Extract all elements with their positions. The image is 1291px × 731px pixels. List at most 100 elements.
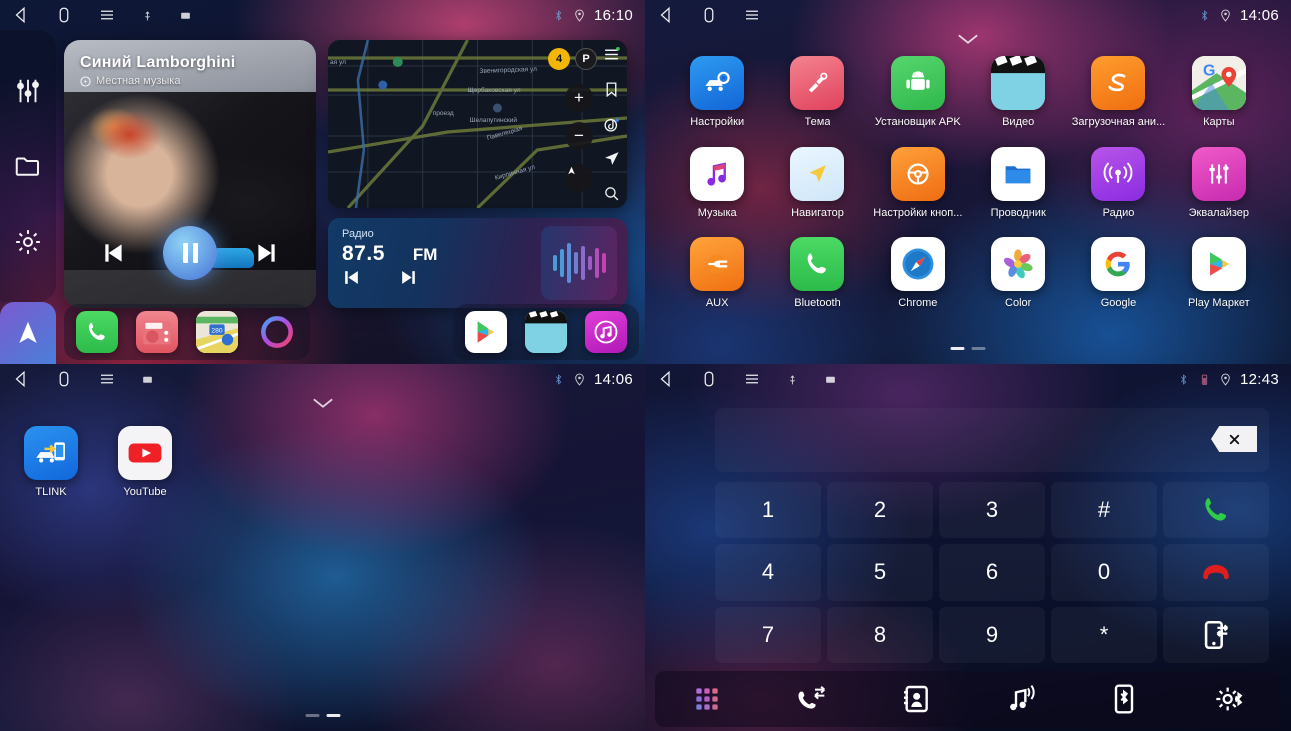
key-7[interactable]: 7 (715, 606, 821, 663)
hangup-button[interactable] (1163, 544, 1269, 601)
dock-play-store[interactable] (465, 311, 507, 353)
tab-keypad[interactable] (691, 683, 723, 715)
map-menu-icon[interactable] (603, 46, 620, 63)
key-star[interactable]: * (1051, 606, 1157, 663)
key-0[interactable]: 0 (1051, 544, 1157, 601)
tab-contacts[interactable] (900, 683, 932, 715)
tab-call-log[interactable] (795, 683, 827, 715)
home-icon[interactable] (700, 6, 718, 24)
key-5[interactable]: 5 (827, 544, 933, 601)
app-chrome[interactable]: Chrome (868, 233, 968, 324)
dock-phone[interactable] (76, 311, 118, 353)
app-muzyka[interactable]: Музыка (667, 143, 767, 234)
home-icon[interactable] (700, 370, 718, 388)
map-toolbar (599, 46, 623, 202)
bluetooth-icon (1198, 8, 1211, 23)
app-bluetooth[interactable]: Bluetooth (767, 233, 867, 324)
dock-maps[interactable]: 280 (196, 311, 238, 353)
menu-icon[interactable] (98, 370, 116, 388)
music-widget[interactable]: Синий Lamborghini Местная музыка (64, 40, 316, 308)
pause-icon[interactable] (163, 226, 217, 280)
sidebar-item-equalizer[interactable] (13, 76, 43, 106)
app-google[interactable]: Google (1068, 233, 1168, 324)
next-track-icon[interactable] (253, 240, 279, 266)
key-1[interactable]: 1 (715, 482, 821, 539)
parking-badge[interactable]: P (575, 48, 597, 70)
app-nastrojki[interactable]: Настройки (667, 52, 767, 143)
page-dot-1[interactable] (305, 714, 319, 717)
previous-track-icon[interactable] (101, 240, 127, 266)
chevron-down-icon[interactable] (957, 32, 979, 44)
home-icon[interactable] (55, 370, 73, 388)
map-discover-icon[interactable] (603, 116, 620, 133)
backspace-icon[interactable] (1211, 426, 1257, 452)
dock-radio[interactable] (136, 311, 178, 353)
sidebar-item-settings[interactable] (13, 227, 43, 257)
app-video[interactable]: Видео (968, 52, 1068, 143)
app-youtube[interactable]: YouTube (118, 422, 172, 498)
page-dot-2[interactable] (326, 714, 340, 717)
tab-music[interactable] (1004, 683, 1036, 715)
app-play-market[interactable]: Play Маркет (1169, 233, 1269, 324)
dial-number-display[interactable] (715, 408, 1269, 472)
tab-phone-link[interactable] (1108, 683, 1140, 715)
key-6[interactable]: 6 (939, 544, 1045, 601)
call-button[interactable] (1163, 482, 1269, 539)
app-boot-animation[interactable]: Загрузочная ани... (1068, 52, 1168, 143)
app-tlink[interactable]: TLINK (24, 422, 78, 498)
transfer-button[interactable] (1163, 606, 1269, 663)
menu-icon[interactable] (743, 6, 761, 24)
next-station-icon[interactable] (399, 268, 418, 287)
map-navigate-icon[interactable] (603, 150, 620, 167)
menu-icon[interactable] (743, 370, 761, 388)
dock-music[interactable] (585, 311, 627, 353)
map-search-icon[interactable] (603, 185, 620, 202)
app-navigator[interactable]: Навигатор (767, 143, 867, 234)
app-equalizer[interactable]: Эквалайзер (1169, 143, 1269, 234)
back-icon[interactable] (12, 6, 30, 24)
traffic-badge[interactable]: 4 (548, 48, 570, 70)
app-apk-installer[interactable]: Установщик APK (868, 52, 968, 143)
menu-icon[interactable] (98, 6, 116, 24)
app-tema[interactable]: Тема (767, 52, 867, 143)
key-9[interactable]: 9 (939, 606, 1045, 663)
app-label: Тема (804, 116, 831, 128)
key-hash[interactable]: # (1051, 482, 1157, 539)
page-indicator-p3[interactable] (305, 714, 340, 717)
dock-assistant[interactable] (256, 311, 298, 353)
navigation-tile[interactable] (0, 302, 56, 364)
play-store-icon (1191, 237, 1246, 292)
chevron-down-icon[interactable] (312, 396, 334, 408)
svg-text:Шелапутинский: Шелапутинский (470, 116, 518, 124)
map-bookmark-icon[interactable] (603, 81, 620, 98)
page-indicator-p2[interactable] (950, 347, 986, 350)
tab-bt-settings[interactable] (1213, 683, 1245, 715)
app-karty[interactable]: G Карты (1169, 52, 1269, 143)
previous-station-icon[interactable] (342, 268, 361, 287)
status-bar-p4: 12:43 (645, 364, 1291, 394)
key-2[interactable]: 2 (827, 482, 933, 539)
page-dot-1[interactable] (950, 347, 965, 350)
app-aux[interactable]: AUX (667, 233, 767, 324)
back-icon[interactable] (657, 370, 675, 388)
back-icon[interactable] (657, 6, 675, 24)
sidebar-item-files[interactable] (13, 151, 43, 181)
radio-widget[interactable]: Радио 87.5 FM (328, 218, 627, 308)
map-widget[interactable]: Звенигородская ул Щербаковская ул Шелапу… (328, 40, 627, 208)
key-4[interactable]: 4 (715, 544, 821, 601)
home-icon[interactable] (55, 6, 73, 24)
dock-video[interactable] (525, 311, 567, 353)
youtube-icon (118, 426, 172, 480)
map-zoom-in[interactable]: + (565, 84, 593, 112)
status-right-icons-p2: 14:06 (1198, 7, 1279, 24)
app-radio[interactable]: Радио (1068, 143, 1168, 234)
back-icon[interactable] (12, 370, 30, 388)
app-color[interactable]: Color (968, 233, 1068, 324)
app-button-settings[interactable]: Настройки кноп... (868, 143, 968, 234)
map-zoom-out[interactable]: − (565, 122, 593, 150)
compass-icon[interactable] (565, 164, 593, 192)
app-provodnik[interactable]: Проводник (968, 143, 1068, 234)
key-3[interactable]: 3 (939, 482, 1045, 539)
key-8[interactable]: 8 (827, 606, 933, 663)
page-dot-2[interactable] (971, 347, 986, 350)
